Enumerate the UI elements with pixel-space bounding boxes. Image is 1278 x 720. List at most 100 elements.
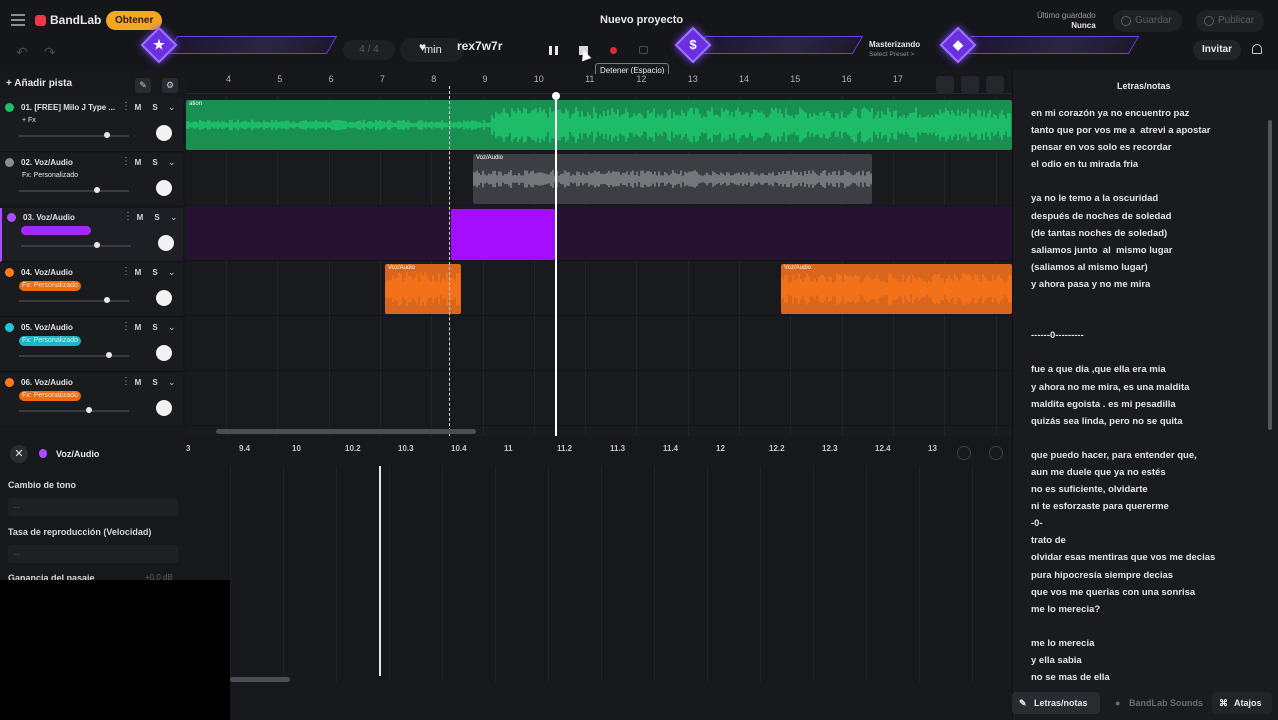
editor-playhead[interactable] xyxy=(379,466,381,676)
volume-slider[interactable] xyxy=(19,410,129,412)
timeline-ruler[interactable]: 4 5 6 7 8 9 10 11 12 13 14 15 16 17 xyxy=(186,74,1012,94)
track-header[interactable]: 01. [FREE] Milo J Type ... + Fx ⋮ M S ⌄ xyxy=(0,98,183,152)
chevron-down-icon[interactable]: ⌄ xyxy=(168,157,176,168)
chevron-down-icon[interactable]: ⌄ xyxy=(170,212,178,223)
track-fx[interactable]: + Fx xyxy=(19,116,39,126)
solo-button[interactable]: S xyxy=(148,322,162,334)
volume-knob[interactable] xyxy=(104,132,110,138)
get-button[interactable]: Obtener xyxy=(106,11,163,30)
mute-button[interactable]: M xyxy=(131,157,145,169)
loop-marker[interactable] xyxy=(449,86,450,436)
magnet-icon[interactable] xyxy=(936,76,954,93)
track-header[interactable]: 03. Voz/Audio ⋮ M S ⌄ xyxy=(0,208,183,262)
time-signature[interactable]: 4 / 4 xyxy=(343,40,395,60)
solo-button[interactable]: S xyxy=(148,377,162,389)
editor-scrollbar[interactable] xyxy=(230,677,290,682)
track-fx[interactable]: Fx: Personalizado xyxy=(19,171,81,181)
lyrics-scrollbar[interactable] xyxy=(1268,120,1272,430)
track-name[interactable]: 02. Voz/Audio xyxy=(21,158,73,167)
track-header[interactable]: 04. Voz/Audio Fx: Personalizado ⋮ M S ⌄ xyxy=(0,263,183,317)
save-button[interactable]: Guardar xyxy=(1113,10,1182,32)
volume-slider[interactable] xyxy=(21,245,131,247)
search-icon[interactable] xyxy=(957,446,971,460)
chevron-down-icon[interactable]: ⌄ xyxy=(168,102,176,113)
playhead-handle[interactable] xyxy=(552,92,560,100)
volume-slider[interactable] xyxy=(19,300,129,302)
timeline-area[interactable]: ation Voz/Audio Voz/Audio Voz/Audio xyxy=(186,96,1012,436)
zoom-out-icon[interactable] xyxy=(986,76,1004,93)
rate-field[interactable]: -- xyxy=(8,545,178,563)
pencil-icon[interactable]: ✎ xyxy=(135,78,151,93)
mute-button[interactable]: M xyxy=(131,102,145,114)
pan-dial[interactable] xyxy=(158,235,174,251)
pan-dial[interactable] xyxy=(156,180,172,196)
track-name[interactable]: 04. Voz/Audio xyxy=(21,268,73,277)
mute-button[interactable]: M xyxy=(131,377,145,389)
volume-slider[interactable] xyxy=(19,135,129,137)
more-icon[interactable]: ⋮ xyxy=(121,266,131,277)
more-icon[interactable]: ⋮ xyxy=(121,101,131,112)
zoom-in-icon[interactable] xyxy=(961,76,979,93)
mute-button[interactable]: M xyxy=(131,322,145,334)
pan-dial[interactable] xyxy=(156,400,172,416)
volume-knob[interactable] xyxy=(104,297,110,303)
more-icon[interactable]: ⋮ xyxy=(121,156,131,167)
track-fx[interactable]: Fx: Personalizado xyxy=(19,281,82,291)
brand-logo[interactable]: BandLab xyxy=(35,13,101,27)
close-icon[interactable]: ✕ xyxy=(10,445,28,463)
volume-slider[interactable] xyxy=(19,190,129,192)
more-icon[interactable]: ⋮ xyxy=(121,321,131,332)
tab-shortcuts[interactable]: ⌘ Atajos xyxy=(1212,692,1272,714)
solo-button[interactable]: S xyxy=(148,157,162,169)
mute-button[interactable]: M xyxy=(131,267,145,279)
clip-gray[interactable]: Voz/Audio xyxy=(473,154,872,204)
settings-icon[interactable]: ⚙ xyxy=(162,78,178,93)
volume-knob[interactable] xyxy=(86,407,92,413)
track-fx[interactable]: Fx: Personalizado xyxy=(19,391,82,401)
solo-button[interactable]: S xyxy=(148,267,162,279)
mute-button[interactable]: M xyxy=(133,212,147,224)
redo-icon[interactable]: ↷ xyxy=(44,44,56,61)
chevron-down-icon[interactable]: ⌄ xyxy=(168,267,176,278)
tab-sounds[interactable]: ● BandLab Sounds xyxy=(1107,692,1213,714)
volume-knob[interactable] xyxy=(106,352,112,358)
timeline-scrollbar[interactable] xyxy=(216,429,476,434)
solo-button[interactable]: S xyxy=(148,102,162,114)
zoom-icon[interactable] xyxy=(989,446,1003,460)
more-icon[interactable]: ⋮ xyxy=(123,211,133,222)
project-title[interactable]: Nuevo proyecto xyxy=(600,14,683,26)
menu-icon[interactable] xyxy=(11,14,25,26)
track-fx[interactable]: Fx: Personalizado xyxy=(19,336,82,346)
editor-grid[interactable] xyxy=(230,466,1012,682)
pan-dial[interactable] xyxy=(156,290,172,306)
pitch-field[interactable]: -- xyxy=(8,498,178,516)
tab-lyrics[interactable]: ✎ Letras/notas xyxy=(1012,692,1100,714)
lyrics-text[interactable]: en mi corazón ya no encuentro paz tanto … xyxy=(1031,105,1261,686)
playhead[interactable] xyxy=(555,94,557,436)
track-name[interactable]: 03. Voz/Audio xyxy=(23,213,75,222)
bell-icon[interactable] xyxy=(1252,44,1262,54)
track-name[interactable]: 05. Voz/Audio xyxy=(21,323,73,332)
track-header[interactable]: 05. Voz/Audio Fx: Personalizado ⋮ M S ⌄ xyxy=(0,318,183,372)
clip-purple[interactable] xyxy=(451,209,555,260)
mastering-selector[interactable]: Masterizando Select Preset > xyxy=(869,40,920,60)
undo-icon[interactable]: ↶ xyxy=(16,44,28,61)
record-button[interactable] xyxy=(601,40,625,60)
volume-knob[interactable] xyxy=(94,187,100,193)
pan-dial[interactable] xyxy=(156,125,172,141)
track-header[interactable]: 06. Voz/Audio Fx: Personalizado ⋮ M S ⌄ xyxy=(0,373,183,427)
track-name[interactable]: 01. [FREE] Milo J Type ... xyxy=(21,103,115,112)
invite-button[interactable]: Invitar xyxy=(1193,40,1241,60)
clip-orange-2[interactable]: Voz/Audio xyxy=(781,264,1012,314)
pause-button[interactable] xyxy=(541,40,565,60)
loop-button[interactable] xyxy=(631,40,655,60)
more-icon[interactable]: ⋮ xyxy=(121,376,131,387)
volume-knob[interactable] xyxy=(94,242,100,248)
chevron-down-icon[interactable]: ⌄ xyxy=(168,322,176,333)
editor-ruler[interactable]: 3 9.4 10 10.2 10.3 10.4 11 11.2 11.3 11.4 12 12.2 12… xyxy=(186,444,1012,458)
chevron-down-icon[interactable]: ⌄ xyxy=(168,377,176,388)
track-name[interactable]: 06. Voz/Audio xyxy=(21,378,73,387)
pan-dial[interactable] xyxy=(156,345,172,361)
track-header[interactable]: 02. Voz/Audio Fx: Personalizado ⋮ M S ⌄ xyxy=(0,153,183,207)
volume-slider[interactable] xyxy=(19,355,129,357)
